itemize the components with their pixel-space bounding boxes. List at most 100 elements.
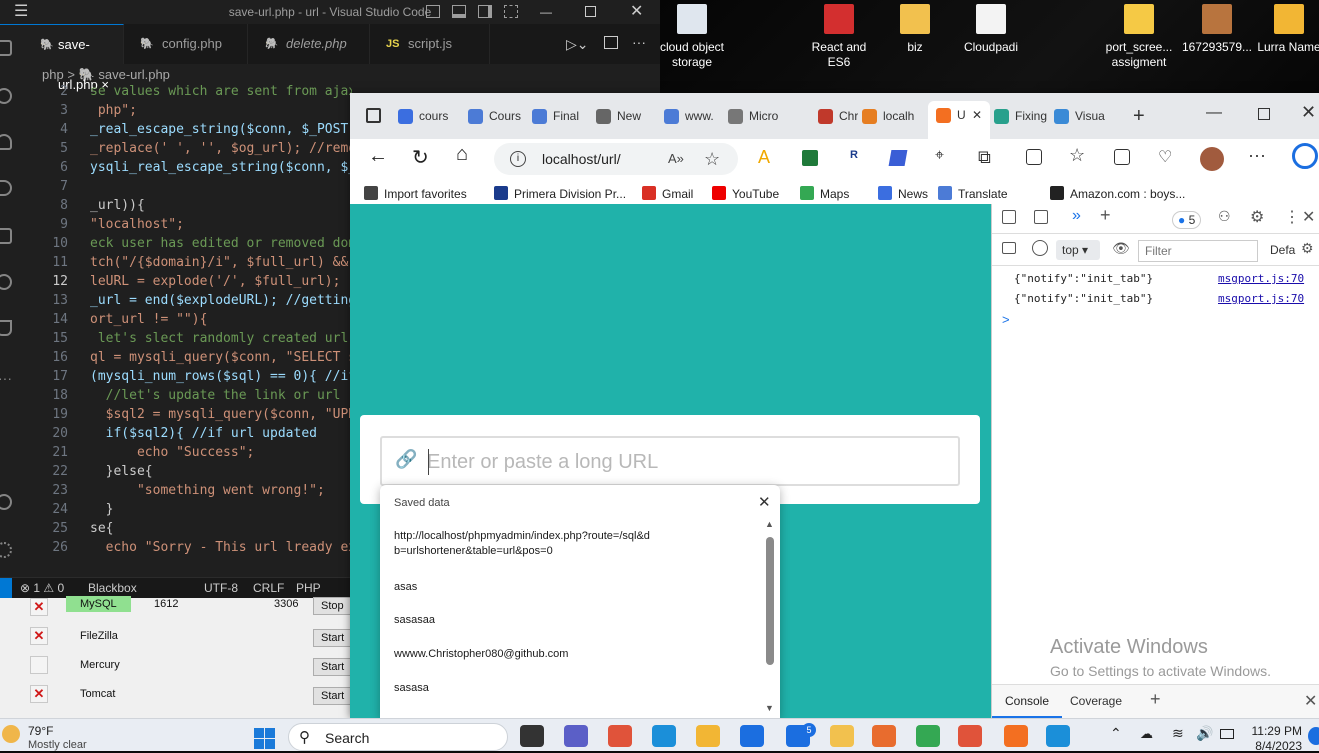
more-actions-icon[interactable]: ··· bbox=[632, 34, 646, 50]
log-levels-select[interactable]: Defa bbox=[1270, 243, 1295, 257]
close-icon[interactable]: ✕ bbox=[758, 493, 771, 511]
scroll-down-icon[interactable]: ▼ bbox=[765, 703, 774, 713]
sticky-notes-icon[interactable] bbox=[830, 725, 854, 747]
more-options-icon[interactable]: ⋮ bbox=[1284, 207, 1300, 227]
context-select[interactable]: top ▾ bbox=[1056, 240, 1100, 260]
avatar[interactable] bbox=[1200, 147, 1224, 171]
desktop-icon[interactable]: Cloudpadi bbox=[952, 4, 1030, 55]
add-tab-icon[interactable]: + bbox=[1100, 205, 1111, 226]
extension-icon[interactable]: ⌖ bbox=[935, 147, 944, 165]
tab-save-url[interactable]: 🐘 save-url.php × bbox=[0, 24, 124, 92]
console-prompt[interactable]: > bbox=[1002, 312, 1010, 327]
layout-secondary-icon[interactable] bbox=[478, 5, 492, 18]
vscode-icon[interactable] bbox=[1046, 725, 1070, 747]
browser-tab[interactable]: Final bbox=[532, 102, 592, 130]
minimize-icon[interactable]: — bbox=[1206, 104, 1222, 122]
customize-icon[interactable]: ⚇ bbox=[1218, 208, 1231, 225]
performance-icon[interactable]: ♡ bbox=[1158, 147, 1172, 167]
more-tabs-icon[interactable]: » bbox=[1072, 207, 1081, 225]
task-view-icon[interactable] bbox=[520, 725, 544, 747]
extension-icon[interactable]: R bbox=[850, 149, 858, 161]
live-expression-icon[interactable]: 👁 bbox=[1112, 240, 1130, 257]
show-hidden-icons[interactable]: ⌃ bbox=[1110, 725, 1122, 742]
autofill-item[interactable]: asas bbox=[394, 580, 654, 595]
taskbar-search[interactable]: ⚲ Search bbox=[288, 723, 508, 751]
weather-temp[interactable]: 79°F bbox=[28, 724, 53, 738]
edge-icon[interactable] bbox=[652, 725, 676, 747]
notification-badge[interactable] bbox=[1308, 727, 1319, 745]
close-icon[interactable]: ✕ bbox=[1301, 102, 1316, 123]
service-action-button[interactable]: Start bbox=[313, 629, 353, 647]
url-field[interactable]: 🔗 bbox=[380, 436, 960, 486]
close-drawer-icon[interactable]: ✕ bbox=[1304, 691, 1317, 711]
chrome-icon[interactable] bbox=[916, 725, 940, 747]
back-icon[interactable]: ← bbox=[368, 145, 388, 168]
close-icon[interactable]: ✕ bbox=[630, 0, 643, 24]
drawer-tab-console[interactable]: Console bbox=[992, 685, 1062, 718]
minimize-icon[interactable]: — bbox=[540, 0, 552, 24]
favorite-link[interactable]: Amazon.com : boys... bbox=[1050, 186, 1185, 201]
favorite-link[interactable]: Import favorites bbox=[364, 186, 467, 201]
browser-tab[interactable]: New bbox=[596, 102, 660, 130]
browser-tab[interactable]: U ✕ bbox=[928, 101, 990, 139]
browser-tab[interactable]: www. bbox=[664, 102, 724, 130]
clear-console-icon[interactable] bbox=[1032, 240, 1048, 256]
collections-icon[interactable] bbox=[1114, 149, 1130, 165]
favorite-link[interactable]: Primera Division Pr... bbox=[494, 186, 626, 201]
teams-icon[interactable] bbox=[564, 725, 588, 747]
customize-layout-icon[interactable] bbox=[504, 5, 518, 18]
app-icon[interactable] bbox=[872, 725, 896, 747]
split-editor-icon[interactable] bbox=[604, 36, 618, 49]
status-empty-icon[interactable] bbox=[30, 656, 48, 674]
code-editor[interactable]: 2 se values which are sent from ajax 3 php… bbox=[0, 82, 352, 575]
desktop-icon[interactable]: React and ES6 bbox=[800, 4, 878, 70]
app-icon[interactable] bbox=[958, 725, 982, 747]
status-x-icon[interactable]: ✕ bbox=[30, 685, 48, 703]
language-status[interactable]: PHP bbox=[296, 578, 321, 599]
bing-chat-icon[interactable] bbox=[1292, 143, 1318, 169]
zoom-icon[interactable] bbox=[608, 725, 632, 747]
extension-icon[interactable] bbox=[888, 150, 908, 166]
close-tab-icon[interactable]: ✕ bbox=[972, 101, 982, 129]
volume-icon[interactable]: 🔊 bbox=[1196, 725, 1213, 742]
browser-tab[interactable]: Chris bbox=[818, 102, 858, 130]
settings-gear-icon[interactable]: ⚙ bbox=[1250, 207, 1264, 227]
desktop-icon[interactable]: biz bbox=[876, 4, 954, 55]
favorite-link[interactable]: Translate bbox=[938, 186, 1008, 201]
tab-script[interactable]: JS script.js bbox=[370, 24, 490, 64]
favorite-link[interactable]: YouTube bbox=[712, 186, 779, 201]
tab-delete[interactable]: 🐘 delete.php bbox=[248, 24, 370, 64]
browser-tab[interactable]: Micro bbox=[728, 102, 790, 130]
file-explorer-icon[interactable] bbox=[696, 725, 720, 747]
add-tab-icon[interactable]: + bbox=[1150, 689, 1161, 710]
extension-icon[interactable]: A bbox=[758, 147, 770, 168]
favorites-icon[interactable]: ☆ bbox=[1069, 145, 1085, 166]
settings-more-icon[interactable]: ··· bbox=[1248, 145, 1266, 166]
browser-tab[interactable]: Cours bbox=[468, 102, 528, 130]
console-source-link[interactable]: msgport.js:70 bbox=[1218, 272, 1304, 285]
split-screen-icon[interactable] bbox=[1026, 149, 1042, 165]
address-bar[interactable]: i localhost/url/ A» ☆ bbox=[494, 143, 738, 175]
issues-badge[interactable]: ● 5 bbox=[1172, 211, 1202, 229]
run-icon[interactable]: ▷⌄ bbox=[566, 36, 589, 53]
layout-sidebar-icon[interactable] bbox=[426, 5, 440, 18]
menu-icon[interactable]: ☰ bbox=[14, 0, 28, 24]
desktop-icon[interactable]: 167293579... bbox=[1178, 4, 1256, 55]
new-tab-icon[interactable]: + bbox=[1133, 105, 1145, 128]
device-toolbar-icon[interactable] bbox=[1034, 210, 1048, 224]
desktop-icon[interactable]: port_scree... assigment bbox=[1100, 4, 1178, 70]
maximize-icon[interactable] bbox=[1258, 108, 1270, 120]
long-url-input[interactable] bbox=[427, 444, 947, 480]
home-icon[interactable]: ⌂ bbox=[456, 143, 468, 166]
scroll-up-icon[interactable]: ▲ bbox=[765, 519, 774, 529]
status-x-icon[interactable]: ✕ bbox=[30, 627, 48, 645]
tab-config[interactable]: 🐘 config.php bbox=[124, 24, 248, 64]
desktop-icon[interactable]: Lurra Name bbox=[1250, 4, 1319, 55]
onedrive-icon[interactable]: ☁ bbox=[1140, 726, 1153, 742]
sheets-extension-icon[interactable] bbox=[802, 150, 818, 166]
refresh-icon[interactable]: ↻ bbox=[412, 145, 429, 170]
favorite-link[interactable]: Gmail bbox=[642, 186, 693, 201]
service-action-button[interactable]: Start bbox=[313, 687, 353, 705]
scrollbar-thumb[interactable] bbox=[766, 537, 774, 665]
close-icon[interactable]: ✕ bbox=[1302, 207, 1315, 227]
